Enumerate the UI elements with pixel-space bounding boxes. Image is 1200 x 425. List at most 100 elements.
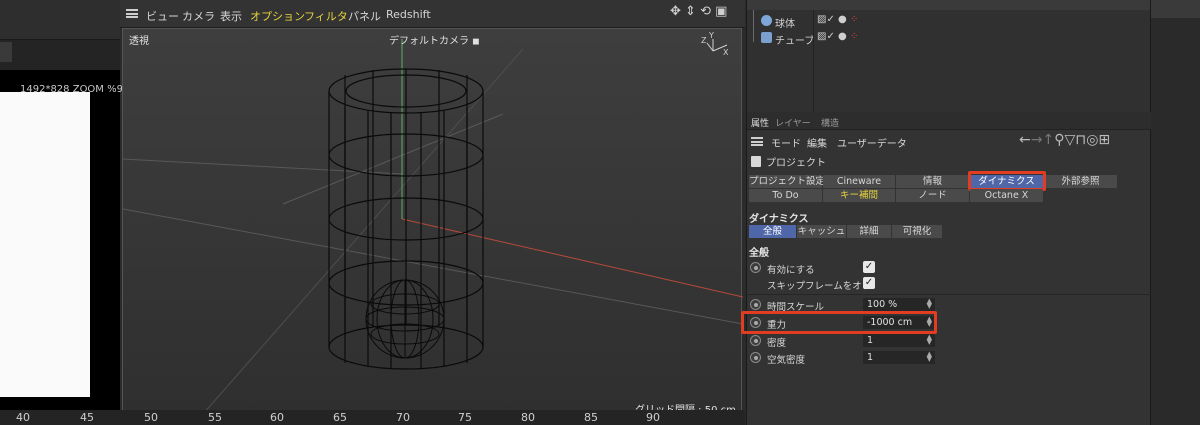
object-manager: 球体 ▨✓ ● ⁘ チューブ ▨✓ ● ⁘ xyxy=(746,0,1151,112)
target-icon[interactable]: ◎ xyxy=(1086,132,1098,148)
attribute-nav-icons: ←→↑⚲▽⊓◎⊞ xyxy=(1019,132,1110,148)
right-strip-header xyxy=(1151,0,1200,18)
lock-icon[interactable]: ⊓ xyxy=(1075,132,1086,148)
forward-arrow-icon[interactable]: → xyxy=(1031,132,1043,148)
param-label: スキップフレームをオフ xyxy=(767,281,872,292)
hamburger-menu-icon[interactable] xyxy=(751,137,763,146)
grid-line xyxy=(282,113,504,205)
rotate-view-icon[interactable]: ⟲ xyxy=(700,4,711,19)
search-icon[interactable]: ⚲ xyxy=(1054,132,1064,148)
zoom-view-icon[interactable]: ⇕ xyxy=(685,4,696,19)
left-panel-header xyxy=(0,0,120,40)
viewport-scene: Y X Z xyxy=(123,31,743,414)
tab-structure[interactable]: 構造 xyxy=(821,116,839,129)
tab-key-interpolation[interactable]: キー補間 xyxy=(823,189,895,202)
material-tag-icon[interactable]: ● xyxy=(838,31,847,42)
tab-cineware[interactable]: Cineware xyxy=(823,175,895,188)
visibility-check-icon[interactable]: ✓ xyxy=(826,14,834,25)
material-tag-icon[interactable]: ● xyxy=(838,14,847,25)
viewport-menubar: ビュー カメラ 表示 オプション フィルタ パネル Redshift ✥ ⇕ ⟲… xyxy=(120,0,745,28)
toggle-view-icon[interactable]: ▣ xyxy=(715,4,727,19)
highlight-box-dynamics-tab xyxy=(968,171,1046,191)
filter-icon[interactable]: ▽ xyxy=(1064,132,1075,148)
section-title: ダイナミクス xyxy=(749,214,809,225)
density-field[interactable]: 1 ▲ ▼ xyxy=(863,334,935,347)
object-tags[interactable]: ▨✓ ● ⁘ xyxy=(817,31,858,42)
timeline-tick: 65 xyxy=(333,411,347,424)
move-view-icon[interactable]: ✥ xyxy=(670,4,681,19)
menu-filter[interactable]: フィルタ xyxy=(304,8,348,24)
back-arrow-icon[interactable]: ← xyxy=(1019,132,1031,148)
menu-display[interactable]: 表示 xyxy=(220,8,242,24)
stepper-icon[interactable]: ▲ ▼ xyxy=(927,298,932,310)
projection-label: 透視 xyxy=(129,36,149,47)
subtab-details[interactable]: 詳細 xyxy=(847,225,891,238)
dynamics-tag-icon[interactable]: ⁘ xyxy=(850,14,858,25)
animate-radio-icon[interactable] xyxy=(750,262,761,273)
menu-redshift[interactable]: Redshift xyxy=(386,8,431,21)
object-row-tube[interactable]: チューブ ▨✓ ● ⁘ xyxy=(747,30,1151,47)
subtab-general[interactable]: 全般 xyxy=(749,225,796,238)
up-arrow-icon[interactable]: ↑ xyxy=(1042,132,1054,148)
animate-radio-icon[interactable] xyxy=(750,352,761,363)
object-manager-header xyxy=(747,0,1151,10)
time-scale-field[interactable]: 100 % ▲ ▼ xyxy=(863,298,935,311)
object-title-text: プロジェクト xyxy=(766,158,826,169)
cinema4d-window: 1492*828 ZOOM %90 ビュー カメラ 表示 オプション フィルタ … xyxy=(0,0,1200,425)
visibility-check-icon[interactable]: ✓ xyxy=(826,31,834,42)
hamburger-menu-icon[interactable] xyxy=(126,9,138,18)
field-value: 1 xyxy=(867,335,874,346)
tab-todo[interactable]: To Do xyxy=(749,189,822,202)
timeline-tick: 80 xyxy=(521,411,535,424)
animate-radio-icon[interactable] xyxy=(750,335,761,346)
menu-view[interactable]: ビュー xyxy=(146,8,179,24)
tab-info[interactable]: 情報 xyxy=(896,175,969,188)
column-divider xyxy=(813,10,814,112)
axis-gizmo: Y X Z xyxy=(701,31,729,57)
sphere-icon xyxy=(761,15,772,26)
object-name: 球体 xyxy=(775,19,795,30)
skip-frames-checkbox[interactable]: ✓ xyxy=(863,277,875,289)
param-label: 有効にする xyxy=(767,265,815,276)
3d-viewport[interactable]: Y X Z 透視 デフォルトカメラ ◼ グリッド間隔 : 50 cm xyxy=(122,28,743,416)
menu-camera[interactable]: カメラ xyxy=(182,8,215,24)
subtab-cache[interactable]: キャッシュ xyxy=(797,225,846,238)
object-name: チューブ xyxy=(775,36,815,47)
timeline-tick: 90 xyxy=(646,411,660,424)
viewport-nav-icons: ✥ ⇕ ⟲ ▣ xyxy=(670,4,727,19)
dynamics-tag-icon[interactable]: ⁘ xyxy=(850,31,858,42)
sphere-wireframe xyxy=(365,279,445,359)
object-row-sphere[interactable]: 球体 ▨✓ ● ⁘ xyxy=(747,13,1151,30)
menu-mode[interactable]: モード xyxy=(771,135,801,150)
tab-project-settings[interactable]: プロジェクト設定 xyxy=(749,175,825,188)
left-panel-tab[interactable] xyxy=(0,42,12,62)
tab-attributes[interactable]: 属性 xyxy=(751,116,769,129)
divider xyxy=(747,294,1151,295)
tab-external-references[interactable]: 外部参照 xyxy=(1044,175,1117,188)
air-density-field[interactable]: 1 ▲ ▼ xyxy=(863,351,935,364)
tab-nodes[interactable]: ノード xyxy=(896,189,969,202)
svg-text:Z: Z xyxy=(701,36,707,45)
enable-checkbox[interactable]: ✓ xyxy=(863,261,875,273)
timeline-tick: 75 xyxy=(458,411,472,424)
tab-octane-x[interactable]: Octane X xyxy=(970,189,1043,202)
menu-edit[interactable]: 編集 xyxy=(807,135,827,150)
timeline-ruler[interactable]: 40 45 50 55 60 65 70 75 80 85 90 xyxy=(0,410,745,425)
timeline-tick: 40 xyxy=(16,411,30,424)
stepper-icon[interactable]: ▲ ▼ xyxy=(927,351,932,363)
camera-label-text: デフォルトカメラ xyxy=(389,36,469,47)
tab-layers[interactable]: レイヤー xyxy=(775,116,811,129)
highlight-box-gravity xyxy=(741,311,937,334)
animate-radio-icon[interactable] xyxy=(750,299,761,310)
timeline-tick: 55 xyxy=(208,411,222,424)
stepper-icon[interactable]: ▲ ▼ xyxy=(927,334,932,346)
menu-panel[interactable]: パネル xyxy=(348,8,381,24)
menu-options[interactable]: オプション xyxy=(250,8,305,24)
menu-user-data[interactable]: ユーザーデータ xyxy=(837,135,907,150)
subtab-visualization[interactable]: 可視化 xyxy=(892,225,942,238)
render-preview-image xyxy=(0,92,90,397)
new-panel-icon[interactable]: ⊞ xyxy=(1098,132,1110,148)
object-tags[interactable]: ▨✓ ● ⁘ xyxy=(817,14,858,25)
tree-line xyxy=(753,10,754,42)
timeline-tick: 60 xyxy=(270,411,284,424)
